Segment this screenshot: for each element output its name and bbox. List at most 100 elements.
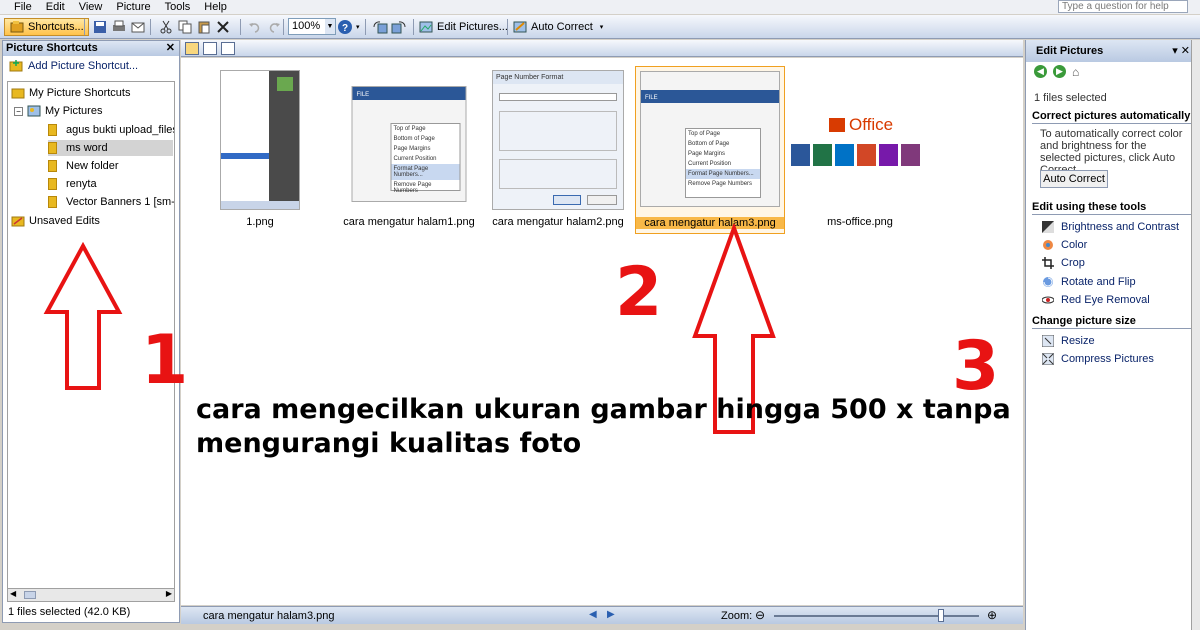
thumbnail-4-selected[interactable]: FILE Top of Page Bottom of Page Page Mar…	[635, 66, 785, 234]
annotation-number-2: 2	[615, 253, 663, 332]
crop-icon	[1040, 255, 1056, 271]
tree-node-agus[interactable]: agus bukti upload_files	[48, 122, 174, 138]
next-icon[interactable]: ▶	[607, 609, 615, 620]
zoom-select[interactable]: 100% ▼	[288, 18, 336, 35]
link-label: Brightness and Contrast	[1061, 221, 1180, 233]
print-icon[interactable]	[111, 19, 127, 35]
thumb-ribbon-tab: FILE	[356, 92, 370, 98]
main-status-bar: cara mengatur halam3.png ◀ ▶ Zoom: ⊖ ⊕	[181, 606, 1023, 624]
tree-node-unsaved-edits[interactable]: Unsaved Edits	[10, 213, 100, 229]
pane-header: Picture Shortcuts ✕	[3, 41, 179, 56]
thumbnail-area: 1.png FILE Top of Page Bottom of Page Pa…	[141, 58, 1023, 605]
menu-edit[interactable]: Edit	[39, 0, 72, 14]
menu-file[interactable]: File	[0, 0, 39, 14]
previous-icon[interactable]: ◀	[589, 609, 597, 620]
zoom-in-icon[interactable]: ⊕	[987, 608, 997, 622]
resize-link[interactable]: Resize	[1040, 333, 1095, 349]
thumb-ribbon-tab: FILE	[645, 95, 658, 101]
thumb-dialog-title: Page Number Format	[493, 71, 623, 84]
help-icon[interactable]: ?	[337, 19, 353, 35]
zoom-label: Zoom:	[721, 610, 753, 622]
pane-nav: ◀ ▶ ⌂	[1034, 65, 1079, 79]
forward-icon[interactable]: ▶	[1053, 65, 1066, 78]
thumb-menu-item: Page Margins	[393, 146, 431, 152]
single-picture-view-icon[interactable]	[221, 42, 235, 55]
annotation-number-3: 3	[952, 327, 1000, 406]
paste-icon[interactable]	[196, 19, 212, 35]
thumbnail-1[interactable]: 1.png	[185, 66, 335, 234]
compress-pictures-link[interactable]: Compress Pictures	[1040, 351, 1154, 367]
thumbnail-5[interactable]: Office ms-office.png	[785, 66, 935, 234]
toolbar: Shortcuts... 100% ▼ ? ▾ Edit Pictures...…	[0, 15, 1200, 39]
close-icon[interactable]: ▾ ✕	[1172, 40, 1190, 62]
filmstrip-view-icon[interactable]	[203, 42, 217, 55]
picture-manager-window: File Edit View Picture Tools Help Type a…	[0, 0, 1200, 630]
help-search-input[interactable]: Type a question for help	[1058, 0, 1188, 13]
toolbar-options-icon[interactable]: ▾	[600, 23, 604, 31]
tree-node-ms-word[interactable]: ms word	[48, 140, 173, 156]
undo-icon[interactable]	[247, 19, 263, 35]
red-eye-removal-link[interactable]: Red Eye Removal	[1040, 292, 1150, 308]
rotate-left-icon[interactable]	[372, 19, 388, 35]
save-icon[interactable]	[92, 19, 108, 35]
menu-picture[interactable]: Picture	[109, 0, 157, 14]
svg-text:?: ?	[342, 23, 348, 34]
thumbnail-3[interactable]: Page Number Format cara mengatur halam2.…	[483, 66, 633, 234]
close-icon[interactable]: ✕	[166, 41, 175, 56]
zoom-out-icon[interactable]: ⊖	[755, 608, 765, 622]
thumbnail-view-icon[interactable]	[185, 42, 199, 55]
color-link[interactable]: Color	[1040, 237, 1087, 253]
auto-correct-button[interactable]: Auto Correct ▾	[512, 18, 603, 36]
thumbnail-image: FILE Top of Page Bottom of Page Page Mar…	[640, 71, 780, 207]
add-shortcut-label: Add Picture Shortcut...	[28, 60, 139, 72]
zoom-slider[interactable]	[774, 615, 979, 617]
thumbnail-image: Page Number Format	[492, 70, 624, 210]
tree-horizontal-scrollbar[interactable]: ◀ ▶	[7, 588, 175, 602]
tree-node-label: My Pictures	[45, 105, 103, 117]
thumbnail-2[interactable]: FILE Top of Page Bottom of Page Page Mar…	[334, 66, 484, 234]
redo-icon[interactable]	[266, 19, 282, 35]
crop-link[interactable]: Crop	[1040, 255, 1085, 271]
email-icon[interactable]	[130, 19, 146, 35]
shortcuts-button[interactable]: Shortcuts...	[4, 18, 89, 36]
edit-pictures-button[interactable]: Edit Pictures...	[418, 18, 508, 36]
home-icon[interactable]: ⌂	[1072, 65, 1079, 79]
unsaved-edits-icon	[10, 213, 26, 229]
copy-icon[interactable]	[177, 19, 193, 35]
scroll-right-icon[interactable]: ▶	[166, 589, 172, 598]
cut-icon[interactable]	[158, 19, 174, 35]
folder-icon	[48, 142, 57, 154]
add-picture-shortcut-link[interactable]: Add Picture Shortcut...	[3, 56, 179, 76]
collapse-icon[interactable]: −	[14, 106, 23, 116]
pane-title: Edit Pictures	[1036, 45, 1104, 57]
eye-icon	[1040, 292, 1056, 308]
tree-node-vector-banners[interactable]: Vector Banners 1 [sm-vec	[48, 194, 174, 210]
rotate-right-icon[interactable]	[391, 19, 407, 35]
tree-node-my-picture-shortcuts[interactable]: My Picture Shortcuts	[10, 85, 130, 101]
thumb-menu-item: Bottom of Page	[393, 136, 435, 142]
pane-vertical-scrollbar[interactable]	[1191, 40, 1200, 630]
scroll-thumb[interactable]	[24, 591, 36, 599]
scroll-left-icon[interactable]: ◀	[10, 589, 16, 598]
menu-help[interactable]: Help	[197, 0, 234, 14]
thumb-menu-item: Current Position	[688, 161, 732, 167]
red-arrow-up-1	[43, 242, 123, 390]
auto-correct-label: Auto Correct	[531, 21, 593, 33]
undo-tools	[247, 18, 282, 36]
menu-tools[interactable]: Tools	[158, 0, 198, 14]
folder-icon	[48, 124, 57, 136]
delete-icon[interactable]	[215, 19, 231, 35]
tree-node-new-folder[interactable]: New folder	[48, 158, 119, 174]
menu-view[interactable]: View	[72, 0, 110, 14]
tree-node-my-pictures[interactable]: − My Pictures	[14, 103, 102, 119]
toolbar-separator	[84, 19, 85, 35]
rotate-flip-link[interactable]: Rotate and Flip	[1040, 274, 1136, 290]
zoom-value: 100%	[292, 20, 321, 32]
tree-node-renyta[interactable]: renyta	[48, 176, 97, 192]
auto-correct-button[interactable]: Auto Correct	[1040, 170, 1108, 188]
toolbar-options-icon[interactable]: ▾	[356, 23, 360, 31]
back-icon[interactable]: ◀	[1034, 65, 1047, 78]
brightness-contrast-link[interactable]: Brightness and Contrast	[1040, 219, 1179, 235]
zoom-slider-knob[interactable]	[938, 609, 944, 622]
chevron-down-icon[interactable]: ▼	[325, 19, 335, 34]
